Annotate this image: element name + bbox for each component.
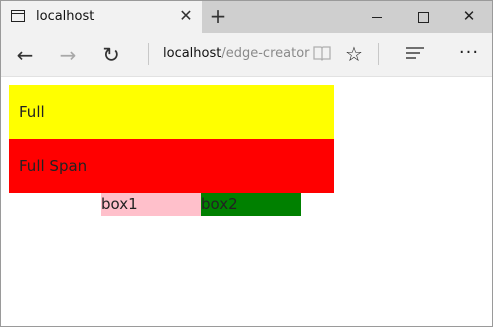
address-host: localhost — [163, 46, 222, 61]
full-block: Full — [9, 85, 334, 139]
tab-page-icon — [11, 10, 25, 22]
maximize-button[interactable] — [400, 1, 446, 33]
forward-button[interactable]: → — [56, 43, 80, 67]
more-options-button[interactable]: ··· — [457, 41, 481, 65]
hub-menu-icon[interactable] — [405, 46, 425, 60]
browser-window: localhost ✕ + ✕ ← → ↻ localhost/edge-cre… — [0, 0, 493, 327]
page-content: Full Full Span box1 box2 — [1, 77, 492, 326]
toolbar-divider-2 — [378, 43, 379, 65]
full-span-label: Full Span — [19, 157, 88, 175]
minimize-icon — [372, 17, 382, 18]
refresh-button[interactable]: ↻ — [99, 43, 123, 67]
favorite-star-icon[interactable]: ☆ — [342, 42, 366, 66]
box2: box2 — [201, 193, 301, 216]
full-label: Full — [19, 103, 45, 121]
back-button[interactable]: ← — [13, 43, 37, 67]
maximize-icon — [418, 12, 429, 23]
address-toolbar: ← → ↻ localhost/edge-creator ☆ ··· — [1, 33, 492, 77]
tab-localhost[interactable]: localhost ✕ — [1, 1, 202, 33]
new-tab-button[interactable]: + — [207, 5, 229, 27]
close-window-button[interactable]: ✕ — [446, 1, 492, 33]
reading-view-icon[interactable] — [313, 45, 331, 61]
minimize-button[interactable] — [354, 1, 400, 33]
full-span-block: Full Span — [9, 139, 334, 193]
address-bar[interactable]: localhost/edge-creator — [163, 46, 310, 61]
address-path: /edge-creator — [221, 46, 310, 61]
tab-close-icon[interactable]: ✕ — [177, 7, 195, 25]
box1: box1 — [101, 193, 201, 216]
toolbar-divider — [148, 43, 149, 65]
close-icon: ✕ — [462, 7, 476, 25]
tab-strip: localhost ✕ + ✕ — [1, 1, 492, 33]
tab-title: localhost — [36, 9, 95, 24]
